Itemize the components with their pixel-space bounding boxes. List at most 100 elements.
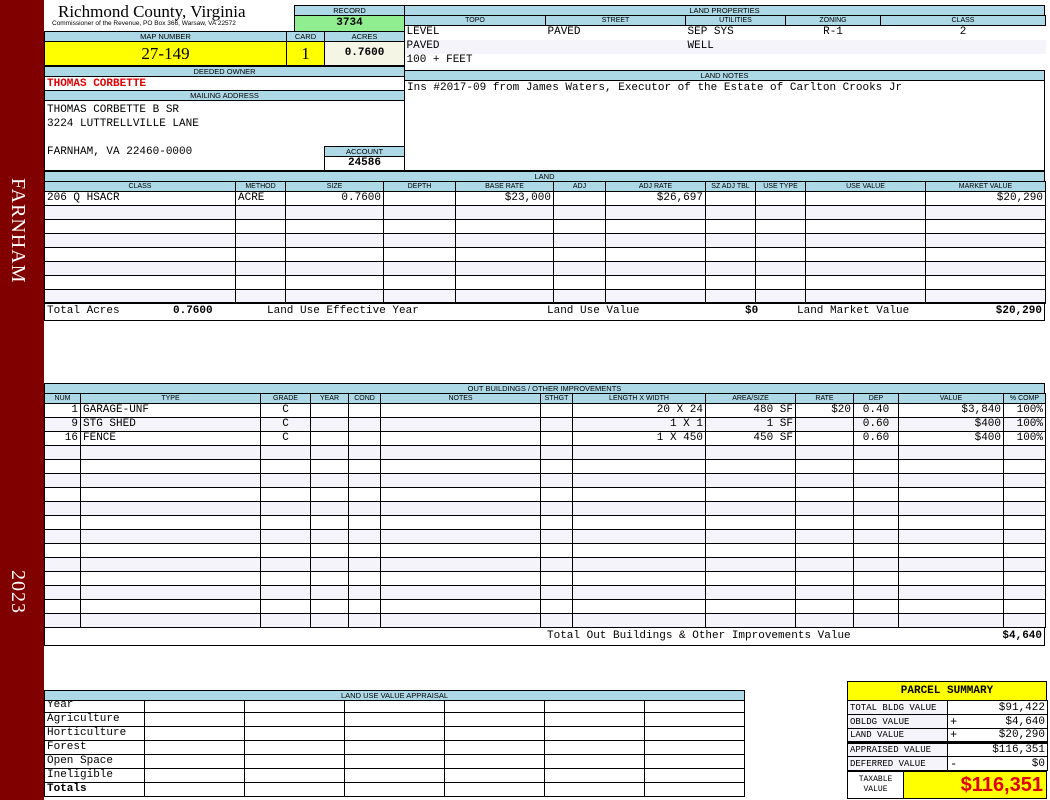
table-row	[44, 613, 1046, 628]
table-cell	[545, 39, 686, 54]
table-cell	[380, 487, 541, 502]
table-cell	[80, 501, 261, 516]
card-number: 1	[286, 41, 325, 66]
column-header: BASE RATE	[455, 181, 554, 192]
table-cell	[540, 473, 573, 488]
land-use-row: Forest	[44, 740, 745, 755]
table-cell	[310, 543, 349, 558]
table-cell	[44, 445, 81, 460]
table-cell	[383, 191, 456, 206]
table-cell	[235, 219, 286, 234]
table-cell	[540, 613, 573, 628]
table-cell: 0.60	[853, 417, 899, 432]
column-header: NOTES	[380, 393, 541, 404]
table-row	[44, 261, 1046, 276]
table-cell	[348, 487, 381, 502]
table-cell	[310, 487, 349, 502]
table-cell	[898, 613, 1004, 628]
table-cell	[572, 599, 706, 614]
land-use-value	[544, 726, 645, 741]
land-use-value	[344, 754, 445, 769]
table-cell	[348, 613, 381, 628]
table-cell: 1 X 450	[572, 431, 706, 446]
table-cell: 100 + FEET	[406, 54, 473, 66]
land-use-value	[444, 740, 545, 755]
table-cell	[805, 191, 926, 206]
table-cell	[705, 487, 796, 502]
land-use-value	[144, 782, 245, 797]
table-cell	[686, 54, 786, 68]
table-cell	[572, 613, 706, 628]
table-cell: 0.40	[853, 403, 899, 418]
header-row: NUM TYPE GRADE YEAR COND NOTES STHGT LENGTH X W…	[44, 393, 1046, 404]
table-cell	[80, 529, 261, 544]
table-cell: 0.7600	[285, 191, 384, 206]
column-header: STREET	[545, 15, 686, 26]
summary-label: OBLDG VALUE	[847, 714, 948, 729]
table-cell	[572, 543, 706, 558]
table-cell: STG SHED	[80, 417, 261, 432]
table-cell	[80, 473, 261, 488]
table-cell	[1003, 529, 1046, 544]
table-cell: 100%	[1003, 417, 1046, 432]
column-header: COND	[348, 393, 381, 404]
table-cell	[853, 501, 899, 516]
table-cell	[44, 487, 81, 502]
table-cell	[44, 219, 236, 234]
table-cell: 100%	[1003, 403, 1046, 418]
table-cell: 0.60	[853, 431, 899, 446]
table-cell	[380, 473, 541, 488]
table-cell	[310, 501, 349, 516]
table-cell	[853, 459, 899, 474]
land-use-value	[244, 740, 345, 755]
table-cell	[44, 205, 236, 220]
table-row	[44, 585, 1046, 600]
table-cell	[705, 445, 796, 460]
table-cell	[540, 431, 573, 446]
record-number: 3734	[294, 15, 405, 32]
effective-year-label: Land Use Effective Year	[267, 305, 419, 317]
mailing-line	[47, 131, 402, 145]
column-header: GRADE	[260, 393, 311, 404]
table-cell	[925, 219, 1046, 234]
table-cell	[44, 247, 236, 262]
outbuildings-total-label: Total Out Buildings & Other Improvements…	[547, 630, 851, 642]
table-cell	[1003, 515, 1046, 530]
land-totals: Total Acres 0.7600 Land Use Effective Ye…	[44, 302, 1045, 321]
table-cell	[383, 233, 456, 248]
tax-year: 2023	[7, 570, 29, 614]
table-cell	[455, 261, 554, 276]
table-cell	[705, 459, 796, 474]
taxable-value-label: TAXABLE VALUE	[847, 771, 904, 799]
land-use-value	[544, 754, 645, 769]
table-cell	[380, 459, 541, 474]
land-use-row: Agriculture	[44, 712, 745, 727]
column-header: LENGTH X WIDTH	[572, 393, 706, 404]
table-cell	[898, 445, 1004, 460]
table-cell	[572, 529, 706, 544]
table-cell	[795, 571, 854, 586]
table-cell	[310, 557, 349, 572]
table-cell	[880, 39, 1046, 54]
table-row: 16 FENCE C 1 X 450 450 SF 0.60 $400 100%	[44, 431, 1046, 446]
table-cell	[80, 571, 261, 586]
summary-sign: -	[947, 756, 960, 771]
table-cell	[455, 247, 554, 262]
table-cell	[540, 417, 573, 432]
land-use-value	[544, 700, 645, 713]
table-row	[44, 445, 1046, 460]
table-cell	[705, 515, 796, 530]
table-cell	[925, 275, 1046, 290]
table-cell	[553, 191, 606, 206]
table-cell	[705, 529, 796, 544]
table-cell: C	[260, 417, 311, 432]
table-cell	[540, 529, 573, 544]
table-row: LEVEL PAVED SEP SYS R-1 2	[405, 26, 1046, 40]
table-cell	[540, 599, 573, 614]
table-cell	[705, 247, 756, 262]
deeded-owner: THOMAS CORBETTE	[44, 76, 405, 91]
table-cell	[755, 205, 806, 220]
table-cell	[1003, 459, 1046, 474]
outbuildings-total: Total Out Buildings & Other Improvements…	[44, 627, 1045, 646]
table-cell	[705, 571, 796, 586]
